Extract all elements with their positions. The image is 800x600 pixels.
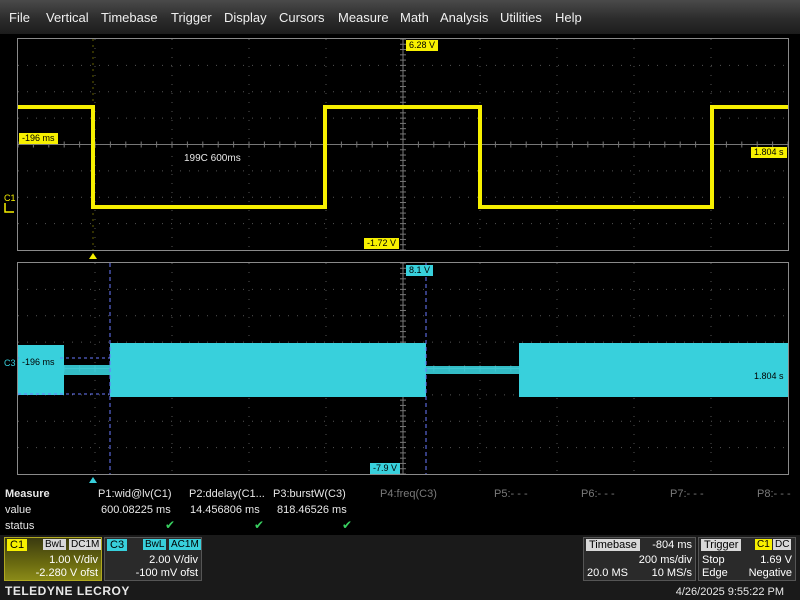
measure-p3-value: 818.46526 ms [277, 504, 347, 516]
c1-waveform-grid[interactable]: 6.28 V -1.72 V -196 ms 1.804 s 199C 600m… [17, 38, 789, 251]
trigger-descriptor[interactable]: Trigger C1 DC Stop 1.69 V Edge Negative [698, 537, 796, 581]
menu-timebase[interactable]: Timebase [101, 10, 158, 25]
measure-p3-status-check-icon: ✔ [342, 518, 353, 532]
timebase-samples: 20.0 MS [587, 567, 628, 579]
menu-utilities[interactable]: Utilities [500, 10, 542, 25]
brand-logo: TELEDYNE LECROY [5, 584, 130, 598]
c3-right-time-tag: 1.804 s [751, 371, 787, 382]
menu-trigger[interactable]: Trigger [171, 10, 212, 25]
measure-title: Measure [5, 488, 50, 500]
measure-table[interactable]: Measure value status P1:wid@lv(C1) P2:dd… [0, 485, 800, 535]
c1-vdiv: 1.00 V/div [49, 554, 98, 566]
timebase-rate: 10 MS/s [651, 567, 692, 579]
c1-offset-marker-icon [4, 203, 14, 213]
graticule [18, 39, 788, 250]
menu-bar: File Vertical Timebase Trigger Display C… [0, 0, 800, 34]
menu-help[interactable]: Help [555, 10, 582, 25]
measure-p2-status-check-icon: ✔ [254, 518, 265, 532]
c3-descriptor[interactable]: C3 BwL AC1M 2.00 V/div -100 mV ofst [104, 537, 202, 581]
trigger-type: Edge [702, 567, 728, 579]
c3-waveform-grid[interactable]: 8.1 V -7.9 V -196 ms 1.804 s [17, 262, 789, 475]
measure-p7-name[interactable]: P7:- - - [670, 488, 704, 500]
footer: TELEDYNE LECROY 4/26/2025 9:55:22 PM [0, 583, 800, 600]
measure-p1-status-check-icon: ✔ [165, 518, 176, 532]
trigger-mode: Stop [702, 554, 725, 566]
c1-annotation: 199C 600ms [184, 153, 241, 164]
measure-p2-name[interactable]: P2:ddelay(C1... [189, 488, 265, 500]
measure-p2-value: 14.456806 ms [190, 504, 260, 516]
measure-p1-value: 600.08225 ms [101, 504, 171, 516]
c3-vdiv: 2.00 V/div [149, 554, 198, 566]
c1-bwl-badge: BwL [43, 539, 67, 550]
measure-p5-name[interactable]: P5:- - - [494, 488, 528, 500]
c1-bottom-level-tag: -1.72 V [364, 238, 400, 249]
c3-left-time-tag: -196 ms [19, 357, 58, 368]
timebase-delay: -804 ms [652, 539, 692, 551]
timebase-tdiv: 200 ms/div [638, 554, 692, 566]
c3-offset: -100 mV ofst [135, 567, 198, 579]
measure-row-status-label: status [5, 520, 35, 532]
c1-descriptor[interactable]: C1 BwL DC1M 1.00 V/div -2.280 V ofst [4, 537, 102, 581]
menu-analysis[interactable]: Analysis [440, 10, 488, 25]
c3-coupling-badge: AC1M [169, 539, 201, 550]
descriptor-bar: C1 BwL DC1M 1.00 V/div -2.280 V ofst C3 … [0, 535, 800, 583]
c1-trace-svg [18, 39, 788, 250]
measure-row-value-label: value [5, 504, 32, 516]
menu-cursors[interactable]: Cursors [279, 10, 325, 25]
trigger-slope: Negative [748, 567, 792, 579]
c3-burst-segment [110, 343, 426, 397]
c1-trigger-marker-icon [89, 253, 97, 259]
timebase-descriptor[interactable]: Timebase -804 ms 200 ms/div 20.0 MS 10 M… [583, 537, 696, 581]
trigger-source-badge: C1 [755, 539, 772, 550]
menu-measure[interactable]: Measure [338, 10, 389, 25]
c3-bottom-level-tag: -7.9 V [370, 463, 401, 474]
c1-right-time-tag: 1.804 s [751, 147, 787, 158]
trigger-coupling-badge: DC [773, 539, 792, 550]
timebase-title: Timebase [586, 539, 640, 551]
c3-bwl-badge: BwL [143, 539, 167, 550]
c1-left-time-tag: -196 ms [19, 133, 58, 144]
menu-display[interactable]: Display [224, 10, 267, 25]
c3-burst-segment [18, 345, 64, 395]
c1-top-level-tag: 6.28 V [406, 40, 439, 51]
c3-burst-segment [519, 343, 788, 397]
c3-descriptor-label: C3 [107, 539, 128, 551]
datetime: 4/26/2025 9:55:22 PM [675, 586, 784, 598]
menu-math[interactable]: Math [400, 10, 429, 25]
c1-offset: -2.280 V ofst [35, 567, 98, 579]
c3-idle-segment [426, 366, 519, 374]
c1-coupling-badge: DC1M [69, 539, 102, 550]
c3-idle-segment [64, 365, 110, 375]
measure-p6-name[interactable]: P6:- - - [581, 488, 615, 500]
c3-trace-svg [18, 263, 788, 474]
c3-top-level-tag: 8.1 V [406, 265, 434, 276]
trigger-title: Trigger [701, 539, 742, 551]
measure-p3-name[interactable]: P3:burstW(C3) [273, 488, 346, 500]
trigger-level: 1.69 V [760, 554, 792, 566]
measure-p4-name[interactable]: P4:freq(C3) [380, 488, 437, 500]
menu-file[interactable]: File [9, 10, 30, 25]
c1-descriptor-label: C1 [7, 539, 28, 551]
menu-vertical[interactable]: Vertical [46, 10, 89, 25]
measure-p1-name[interactable]: P1:wid@lv(C1) [98, 488, 172, 500]
c3-channel-label: C3 [4, 358, 16, 368]
c3-trigger-marker-icon [89, 477, 97, 483]
measure-p8-name[interactable]: P8:- - - [757, 488, 791, 500]
